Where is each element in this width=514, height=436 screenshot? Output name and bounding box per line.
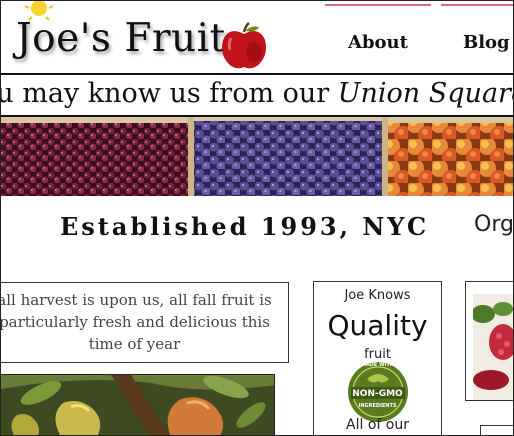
harvest-notice-box: all harvest is upon us, all fall fruit i… [0,282,289,363]
apple-icon [222,22,266,69]
harvest-text: all harvest is upon us, all fall fruit i… [0,289,288,355]
quality-card: Joe Knows Quality fruit MADE WITH NON-GM… [313,281,442,436]
marquee-top-rule [0,73,514,75]
harvest-line: all harvest is upon us, all fall fruit i… [0,291,272,309]
quality-subheading: Joe Knows [344,288,411,303]
pear-tree-photo [0,374,275,436]
fruit-stand-banner [0,117,514,196]
nav-blog-link[interactable]: Blog [463,32,510,53]
quality-bottom-text: All of our [346,417,409,433]
nav-about-underline [325,4,431,6]
marquee-text: ou may know us from our Union Square [0,78,514,109]
marquee-italic: Union Square [337,78,514,109]
harvest-line: time of year [88,335,181,353]
secondary-card-edge [480,425,514,436]
site-logo[interactable]: Joe's Fruit [16,16,226,61]
badge-top-text: MADE WITH [360,362,395,368]
marquee-plain: ou may know us from our [0,78,338,109]
quality-fruit-word: fruit [364,347,391,362]
established-heading: Established 1993, NYC [60,212,430,241]
quality-heading: Quality [327,309,428,342]
organic-heading: Orga [474,212,514,237]
nav-blog-underline [441,4,514,6]
raspberry-photo-card [465,281,514,401]
badge-main-text: NON-GMO [352,389,403,399]
nav-about-link[interactable]: About [348,32,408,53]
harvest-line: particularly fresh and delicious this [0,313,270,331]
badge-bottom-text: INGREDIENTS [358,403,397,409]
